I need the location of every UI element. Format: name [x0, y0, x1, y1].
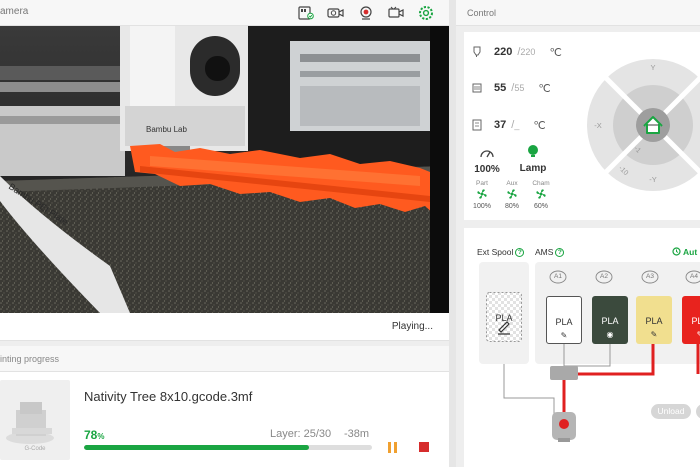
playback-status: Playing... [391, 321, 433, 332]
percent-sign: % [97, 432, 105, 441]
gcode-thumbnail: G-Code [0, 380, 70, 460]
control-title: Control [467, 8, 497, 18]
ams-hub [550, 366, 578, 380]
part-fan-icon[interactable] [476, 188, 488, 200]
pause-button[interactable] [388, 442, 398, 453]
gear-icon[interactable] [417, 4, 435, 22]
filament-path [503, 344, 700, 442]
speed-control[interactable]: 100% [474, 146, 500, 175]
pause-icon-left [388, 442, 391, 453]
camera-toolbar [297, 4, 435, 22]
fan-part-value: 100% [473, 203, 491, 210]
chamber-temp-target: _ [514, 120, 520, 130]
bed-icon [472, 83, 482, 93]
chamber-icon [472, 119, 482, 131]
time-remaining: -38m [344, 428, 370, 440]
jog-y-minus[interactable]: -Y [649, 175, 657, 184]
home-button[interactable] [636, 108, 670, 142]
unload-button[interactable]: Unload [651, 404, 691, 419]
video-record-icon[interactable] [387, 4, 405, 22]
progress-panel: G-Code Nativity Tree 8x10.gcode.3mf 78% … [0, 372, 449, 467]
camera-header: amera [0, 0, 449, 26]
nozzle-temp-current: 220 [494, 46, 513, 58]
brand-text: Bambu Lab [146, 125, 187, 134]
sd-card-icon[interactable] [297, 4, 315, 22]
fan-chamber-value: 60% [533, 203, 548, 210]
progress-header: inting progress [0, 346, 449, 372]
chamber-fan-icon[interactable] [535, 188, 547, 200]
panel-divider [449, 0, 456, 467]
nozzle-temp-unit: ℃ [549, 46, 562, 59]
nozzle-temp-row[interactable]: 220 / 220 ℃ [472, 44, 562, 60]
lamp-toggle[interactable]: Lamp [518, 144, 548, 174]
jog-x-minus[interactable]: -X [594, 121, 602, 130]
aux-fan-icon[interactable] [506, 188, 518, 200]
ams-panel: Ext Spool? AMS? Aut PLA A1 A2 A3 A4 PLA … [464, 228, 700, 467]
nozzle-temp-target: 220 [520, 47, 536, 57]
bed-temp-current: 55 [494, 82, 507, 94]
speed-value: 100% [474, 164, 500, 175]
camera-image: Bambu Lab Bambu PEI Plate [0, 26, 449, 313]
file-name: Nativity Tree 8x10.gcode.3mf [84, 389, 253, 404]
thumbnail-label: G-Code [24, 446, 46, 452]
fan-aux-value: 80% [504, 203, 519, 210]
lamp-label: Lamp [519, 163, 547, 174]
bed-temp-row[interactable]: 55 / 55 ℃ [472, 80, 551, 96]
progress-percent-value: 78 [84, 428, 98, 442]
chamber-temp-unit: ℃ [533, 119, 546, 132]
progress-title: inting progress [0, 354, 60, 364]
chamber-temp-row[interactable]: 37 / _ ℃ [472, 117, 546, 133]
bed-temp-unit: ℃ [538, 82, 551, 95]
camera-title: amera [0, 6, 29, 17]
lamp-icon [528, 145, 538, 157]
webcam-icon[interactable] [357, 4, 375, 22]
fan-chamber-label: Cham [532, 180, 550, 187]
jog-wheel: Y -X X -1 -10 -Y [587, 59, 700, 191]
stop-button[interactable] [419, 442, 429, 452]
progress-bar [84, 445, 372, 450]
chamber-temp-current: 37 [494, 119, 507, 131]
jog-y-plus[interactable]: Y [650, 63, 655, 72]
bed-temp-target: 55 [514, 83, 525, 93]
fan-aux-label: Aux [506, 180, 518, 187]
timelapse-camera-icon[interactable] [327, 4, 345, 22]
nozzle-icon [473, 46, 481, 57]
fan-part-label: Part [476, 180, 488, 187]
axis-jog-control: Y -X X -1 -10 -Y [586, 58, 700, 198]
progress-bar-fill [84, 445, 309, 450]
progress-percent: 78% [84, 428, 104, 442]
control-header: Control [456, 0, 700, 26]
layer-count: Layer: 25/30 [270, 428, 332, 440]
camera-feed[interactable]: Bambu Lab Bambu PEI Plate [0, 26, 449, 313]
camera-footer: Playing... [0, 313, 449, 341]
speedometer-icon [480, 150, 494, 158]
pause-icon-right [394, 442, 397, 453]
